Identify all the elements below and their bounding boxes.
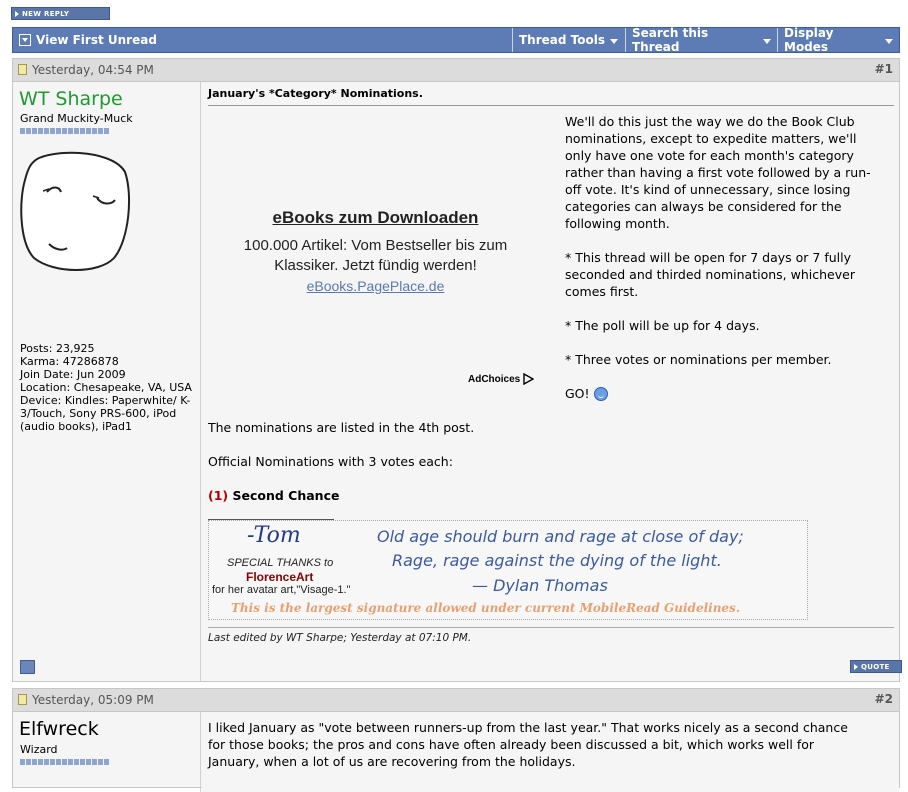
arrow-icon [15, 10, 19, 17]
chevron-down-icon [763, 38, 771, 44]
first-unread-icon [19, 34, 31, 46]
post-title: January's *Category* Nominations. [208, 87, 423, 100]
divider [208, 627, 894, 628]
username-link[interactable]: Elfwreck [19, 718, 99, 740]
post-date: Yesterday, 05:09 PM [32, 693, 154, 707]
quote-button[interactable]: QUOTE [850, 660, 902, 673]
ad-url-link[interactable]: eBooks.PagePlace.de [208, 278, 543, 294]
avatar[interactable] [19, 150, 131, 274]
post-header: Yesterday, 05:09 PM #2 [13, 689, 899, 712]
ad-title-link[interactable]: eBooks zum Downloaden [208, 208, 543, 228]
thread-toolbar: View First Unread Thread Tools Search th… [12, 26, 900, 54]
user-title: Grand Muckity-Muck [20, 112, 133, 125]
adchoices-icon [523, 373, 535, 385]
chevron-down-icon [610, 38, 618, 44]
post-2: Yesterday, 05:09 PM #2 Elfwreck Wizard I… [12, 688, 900, 792]
user-stats: Posts: 23,925 Karma: 47286878 Join Date:… [20, 342, 192, 433]
user-info: WT Sharpe Grand Muckity-Muck Posts: 23,9… [13, 82, 201, 681]
chevron-down-icon [885, 38, 893, 44]
official-nominations-heading: Official Nominations with 3 votes each: [208, 454, 453, 469]
post-header: Yesterday, 04:54 PM #1 [13, 59, 899, 82]
post-message: I liked January as "vote between runners… [208, 720, 848, 769]
post-message: We'll do this just the way we do the Boo… [565, 114, 871, 401]
username-link[interactable]: WT Sharpe [19, 88, 123, 110]
post-icon [18, 694, 27, 705]
reputation-bar [20, 759, 109, 765]
post-1: Yesterday, 04:54 PM #1 WT Sharpe Grand M… [12, 58, 902, 682]
reputation-bar [20, 128, 109, 134]
thread-tools-menu[interactable]: Thread Tools [512, 28, 625, 52]
post-date: Yesterday, 04:54 PM [32, 63, 154, 77]
nominations-note: The nominations are listed in the 4th po… [208, 420, 475, 435]
arrow-icon [854, 663, 858, 670]
artist-link[interactable]: FlorenceArt [246, 570, 313, 584]
adchoices-link[interactable]: AdChoices [468, 373, 535, 385]
divider [208, 105, 894, 106]
display-modes-menu[interactable]: Display Modes [777, 26, 899, 54]
post-number-link[interactable]: #2 [875, 692, 893, 706]
post-body: I liked January as "vote between runners… [202, 712, 899, 792]
last-edited-note: Last edited by WT Sharpe; Yesterday at 0… [208, 632, 472, 644]
smile-icon [593, 387, 608, 401]
post-body: January's *Category* Nominations. eBooks… [202, 82, 902, 681]
post-number-link[interactable]: #1 [875, 62, 893, 76]
view-first-unread-link[interactable]: View First Unread [13, 28, 513, 52]
user-info: Elfwreck Wizard [13, 712, 201, 792]
search-thread-menu[interactable]: Search this Thread [625, 26, 777, 54]
ad-block: eBooks zum Downloaden 100.000 Artikel: V… [208, 112, 543, 392]
nomination-1: (1) Second Chance [208, 488, 340, 503]
online-status-icon [20, 660, 35, 674]
signature-image: -Tom SPECIAL THANKS to FlorenceArt for h… [208, 520, 808, 620]
new-reply-button[interactable]: NEW REPLY [11, 7, 110, 20]
ad-text: 100.000 Artikel: Vom Bestseller bis zum … [243, 237, 508, 274]
post-icon [18, 64, 27, 75]
user-title: Wizard [20, 743, 58, 756]
